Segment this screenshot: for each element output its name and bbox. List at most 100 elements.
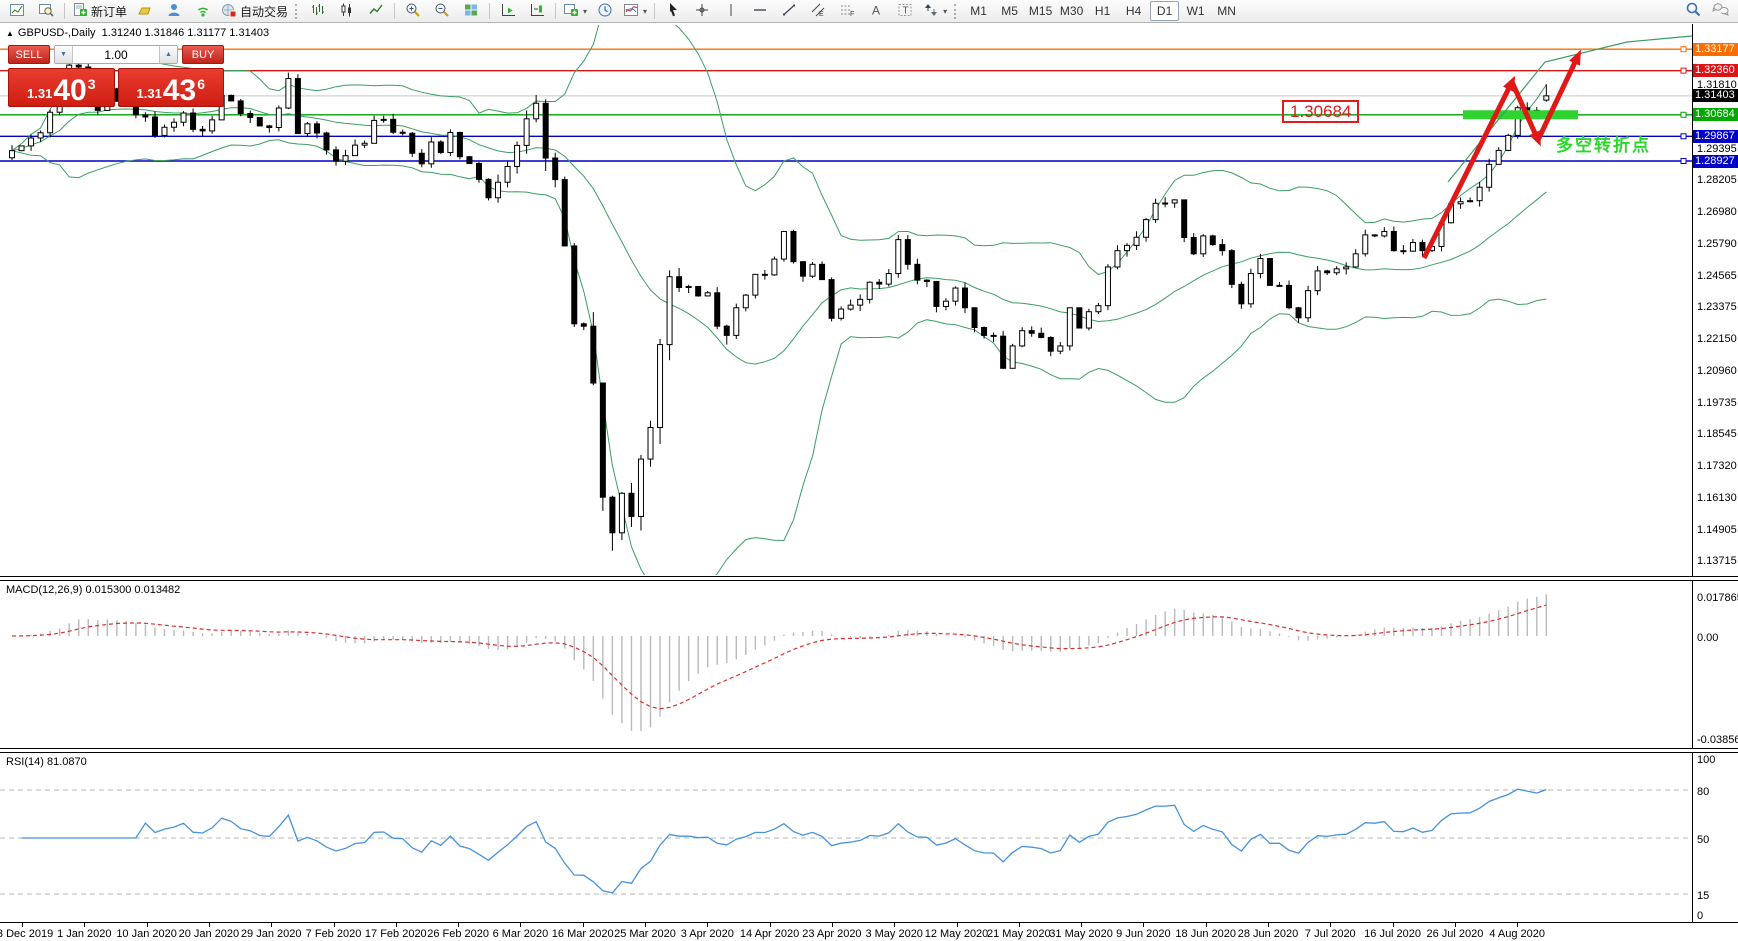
toolbar-separator: [489, 3, 490, 19]
timeframe-button-d1[interactable]: D1: [1150, 1, 1179, 21]
auto-scroll-button[interactable]: [494, 0, 522, 22]
cursor-tool-button[interactable]: [659, 0, 687, 22]
signal-waves-icon: [195, 2, 211, 21]
rsi-axis-label: 50: [1697, 834, 1709, 846]
line-anchor[interactable]: [1681, 159, 1686, 164]
bar-chart-type-button[interactable]: [304, 0, 332, 22]
timeframe-button-h1[interactable]: H1: [1088, 1, 1117, 21]
fibonacci-icon: F: [839, 2, 855, 21]
new-order-button[interactable]: 新订单: [69, 0, 130, 22]
market-button[interactable]: [131, 0, 159, 22]
toolbar-separator: [555, 3, 556, 19]
new-chart-dropdown-button[interactable]: ▾: [560, 0, 590, 22]
signals-button[interactable]: [189, 0, 217, 22]
timeframe-group: M1M5M15M30H1H4D1W1MN: [963, 1, 1242, 21]
green-trend-curve[interactable]: [1448, 36, 1692, 182]
price-axis-tick: 1.20960: [1697, 365, 1737, 377]
chevron-down-icon: ▾: [943, 7, 947, 16]
date-axis-tick: [770, 922, 771, 927]
price-axis-tick: 1.26980: [1697, 206, 1737, 218]
autotrading-button[interactable]: 自动交易: [218, 0, 291, 22]
text-label-tool-button[interactable]: T: [891, 0, 919, 22]
buy-button[interactable]: BUY: [182, 45, 224, 64]
turning-point-annotation[interactable]: 多空转折点: [1556, 131, 1651, 156]
fibonacci-tool-button[interactable]: F: [833, 0, 861, 22]
price-level-text-label[interactable]: 1.30684: [1282, 100, 1359, 123]
pane-separator-macd-rsi[interactable]: [0, 748, 1738, 753]
green-highlight-bar[interactable]: [1463, 110, 1578, 119]
collapse-panel-icon[interactable]: ▲: [6, 29, 14, 38]
chat-button[interactable]: [1707, 0, 1735, 22]
vertical-line-tool-button[interactable]: [717, 0, 745, 22]
price-axis-tick: 1.17320: [1697, 460, 1737, 472]
date-axis-label: 26 Feb 2020: [427, 928, 489, 940]
toolbar-separator: [394, 3, 395, 19]
toolbar-right: [1679, 0, 1735, 22]
trendline-icon: [781, 2, 797, 21]
timeframe-button-w1[interactable]: W1: [1181, 1, 1210, 21]
sell-button[interactable]: SELL: [8, 45, 50, 64]
channel-tool-button[interactable]: E: [804, 0, 832, 22]
toolbar-separator: [64, 3, 65, 19]
text-tool-button[interactable]: A: [862, 0, 890, 22]
horizontal-line-objects[interactable]: [0, 49, 1692, 161]
sell-price-tile[interactable]: 1.31403: [8, 68, 115, 107]
horizontal-line-tool-button[interactable]: [746, 0, 774, 22]
profile-chart-icon: [38, 2, 54, 21]
date-axis-tick: [645, 922, 646, 927]
line-anchor[interactable]: [1681, 134, 1686, 139]
zoom-out-icon: [434, 2, 450, 21]
line-anchor[interactable]: [1681, 112, 1686, 117]
timeframe-button-m5[interactable]: M5: [995, 1, 1024, 21]
timeframe-button-mn[interactable]: MN: [1212, 1, 1241, 21]
period-clock-button[interactable]: [591, 0, 619, 22]
volume-increase-button[interactable]: ▲: [159, 46, 177, 63]
timeframe-button-m1[interactable]: M1: [964, 1, 993, 21]
price-axis-tick: 1.29395: [1697, 143, 1737, 155]
date-axis-label: 3 May 2020: [865, 928, 922, 940]
arrows-tool-button[interactable]: ▾: [920, 0, 950, 22]
date-axis-tick: [1081, 922, 1082, 927]
search-button[interactable]: [1679, 0, 1707, 22]
volume-decrease-button[interactable]: ▼: [55, 46, 73, 63]
zoom-out-button[interactable]: [428, 0, 456, 22]
trendline-tool-button[interactable]: [775, 0, 803, 22]
date-axis-label: 25 Mar 2020: [614, 928, 676, 940]
date-axis-label: 4 Aug 2020: [1489, 928, 1545, 940]
toolbar-drag-handle: [295, 4, 300, 19]
line-chart-type-button[interactable]: [362, 0, 390, 22]
date-axis-label: 9 Jun 2020: [1116, 928, 1170, 940]
zoom-in-icon: [405, 2, 421, 21]
price-line-label: 1.32360: [1693, 64, 1738, 77]
buy-price-tile[interactable]: 1.31436: [118, 68, 225, 107]
timeframe-button-m15[interactable]: M15: [1026, 1, 1055, 21]
price-line-label: 1.33177: [1693, 43, 1738, 56]
timeframe-button-h4[interactable]: H4: [1119, 1, 1148, 21]
sell-price-big: 40: [53, 78, 86, 104]
line-anchor[interactable]: [1681, 47, 1686, 52]
date-axis-label: 1 Jan 2020: [57, 928, 111, 940]
ohlc-values: 1.31240 1.31846 1.31177 1.31403: [102, 27, 269, 39]
rsi-axis-label: 0: [1697, 910, 1703, 922]
candlestick-type-button[interactable]: [333, 0, 361, 22]
new-chart-window-button[interactable]: [3, 0, 31, 22]
tile-windows-button[interactable]: [457, 0, 485, 22]
chart-plot-area[interactable]: [0, 0, 1738, 941]
pane-separator-main-macd[interactable]: [0, 576, 1738, 581]
volume-input[interactable]: 1.00: [73, 46, 159, 63]
timeframe-button-m30[interactable]: M30: [1057, 1, 1086, 21]
chart-shift-button[interactable]: [523, 0, 551, 22]
date-axis-tick: [520, 922, 521, 927]
community-button[interactable]: [160, 0, 188, 22]
svg-text:A: A: [872, 3, 880, 17]
price-line-label: 1.30684: [1693, 108, 1738, 121]
crosshair-tool-button[interactable]: [688, 0, 716, 22]
line-anchor[interactable]: [1681, 68, 1686, 73]
rsi-axis-label: 100: [1697, 754, 1715, 766]
profiles-button[interactable]: [32, 0, 60, 22]
toolbar: 新订单 自动交易 ▾ ▾ E F A T ▾ M1: [0, 0, 1738, 23]
date-axis-tick: [957, 922, 958, 927]
indicators-dropdown-button[interactable]: ▾: [620, 0, 650, 22]
new-order-icon: [72, 2, 88, 21]
zoom-in-button[interactable]: [399, 0, 427, 22]
